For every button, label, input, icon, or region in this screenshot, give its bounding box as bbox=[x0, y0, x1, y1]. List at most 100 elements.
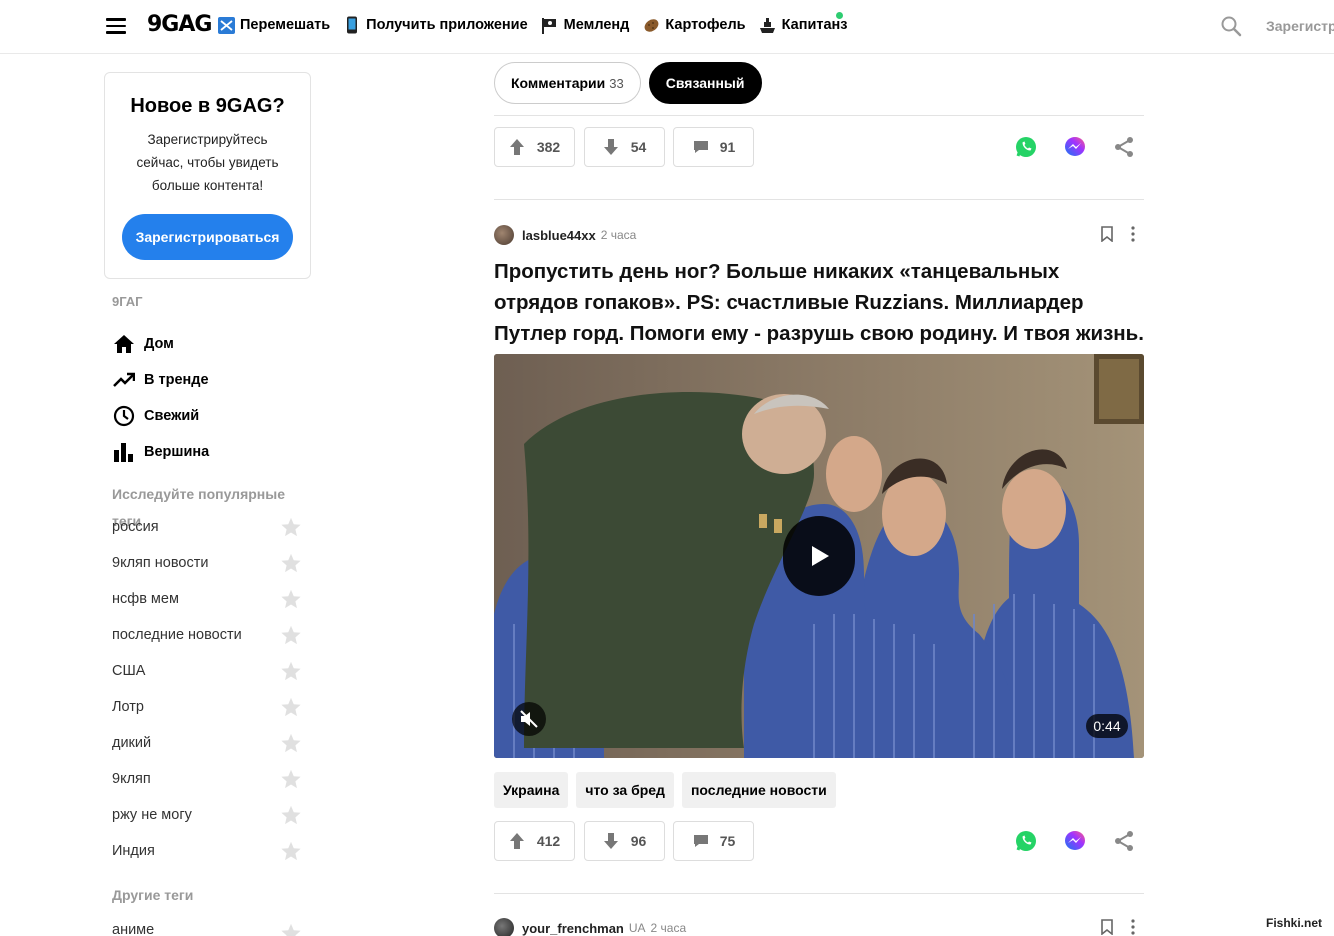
tag-label: ржу не могу bbox=[112, 807, 192, 823]
comments-button[interactable]: 75 bbox=[673, 821, 754, 861]
sidebar-nav: Дом В тренде Свежий Вершина bbox=[112, 326, 209, 470]
star-icon[interactable] bbox=[280, 840, 302, 862]
star-icon[interactable] bbox=[280, 922, 302, 936]
sidebar-section-title: 9ГАГ bbox=[112, 294, 143, 309]
bar-chart-icon bbox=[112, 440, 136, 464]
tab-comments[interactable]: Комментарии 33 bbox=[494, 62, 641, 104]
clock-icon bbox=[112, 404, 136, 428]
more-options-icon[interactable] bbox=[1130, 225, 1136, 243]
divider bbox=[494, 199, 1144, 200]
phone-icon bbox=[343, 16, 361, 34]
tag-item[interactable]: Лотр bbox=[112, 689, 302, 725]
post-tag[interactable]: последние новости bbox=[681, 772, 836, 808]
downvote-count: 54 bbox=[630, 139, 647, 155]
watermark: Fishki.net bbox=[1266, 916, 1323, 930]
tag-label: 9кляп bbox=[112, 771, 151, 787]
comments-count: 75 bbox=[719, 833, 736, 849]
tag-item[interactable]: ржу не могу bbox=[112, 797, 302, 833]
bookmark-icon[interactable] bbox=[1100, 226, 1114, 242]
upvote-count: 382 bbox=[536, 139, 561, 155]
star-icon[interactable] bbox=[280, 804, 302, 826]
next-post-header: your_frenchman UA 2 часа bbox=[494, 916, 1144, 936]
tag-label: последние новости bbox=[112, 627, 242, 643]
tag-label: 9кляп новости bbox=[112, 555, 209, 571]
search-icon[interactable] bbox=[1220, 15, 1242, 37]
messenger-icon[interactable] bbox=[1063, 829, 1087, 853]
tag-item[interactable]: аниме bbox=[112, 922, 302, 936]
avatar[interactable] bbox=[494, 225, 514, 245]
post-title[interactable]: Пропустить день ног? Больше никаких «тан… bbox=[494, 256, 1144, 349]
comments-button[interactable]: 91 bbox=[673, 127, 754, 167]
tab-related[interactable]: Связанный bbox=[648, 62, 762, 104]
nav-captainz[interactable]: Капитанз bbox=[759, 16, 848, 34]
post-actions: 412 96 75 bbox=[494, 821, 1144, 861]
messenger-icon[interactable] bbox=[1063, 135, 1087, 159]
tag-item[interactable]: россия bbox=[112, 509, 302, 545]
sidebar-item-top[interactable]: Вершина bbox=[112, 434, 209, 470]
explore-tags-title: Исследуйте популярные теги bbox=[112, 486, 285, 529]
post-time: 2 часа bbox=[600, 228, 637, 242]
logo[interactable]: 9GAG bbox=[147, 12, 212, 37]
popular-tags-list: россия 9кляп новости нсфв мем последние … bbox=[112, 509, 302, 869]
comments-count: 91 bbox=[719, 139, 736, 155]
post-tag[interactable]: что за бред bbox=[576, 772, 674, 808]
mute-button[interactable] bbox=[512, 702, 546, 736]
star-icon[interactable] bbox=[280, 624, 302, 646]
tag-label: Лотр bbox=[112, 699, 144, 715]
downvote-button[interactable]: 54 bbox=[584, 127, 665, 167]
comment-icon bbox=[692, 832, 710, 850]
nav-label: Перемешать bbox=[240, 17, 331, 33]
share-icon[interactable] bbox=[1112, 135, 1136, 159]
star-icon[interactable] bbox=[280, 732, 302, 754]
tag-label: США bbox=[112, 663, 146, 679]
post-author[interactable]: your_frenchman bbox=[522, 921, 624, 936]
post-author[interactable]: lasblue44xx bbox=[522, 228, 596, 243]
tag-item[interactable]: нсфв мем bbox=[112, 581, 302, 617]
sidebar-item-trending[interactable]: В тренде bbox=[112, 362, 209, 398]
divider bbox=[494, 893, 1144, 894]
video-player[interactable]: 0:44 bbox=[494, 354, 1144, 758]
nav-memeland[interactable]: Мемленд bbox=[541, 16, 630, 34]
whatsapp-icon[interactable] bbox=[1014, 829, 1038, 853]
star-icon[interactable] bbox=[280, 552, 302, 574]
share-icon[interactable] bbox=[1112, 829, 1136, 853]
potato-icon bbox=[642, 16, 660, 34]
upvote-button[interactable]: 382 bbox=[494, 127, 575, 167]
downvote-button[interactable]: 96 bbox=[584, 821, 665, 861]
tag-item[interactable]: дикий bbox=[112, 725, 302, 761]
tag-item[interactable]: последние новости bbox=[112, 617, 302, 653]
tag-item[interactable]: США bbox=[112, 653, 302, 689]
post-time: 2 часа bbox=[650, 921, 687, 935]
play-button[interactable] bbox=[783, 516, 855, 596]
avatar[interactable] bbox=[494, 918, 514, 936]
tag-item[interactable]: Индия bbox=[112, 833, 302, 869]
more-options-icon[interactable] bbox=[1130, 918, 1136, 936]
upvote-count: 412 bbox=[536, 833, 561, 849]
tag-item[interactable]: 9кляп новости bbox=[112, 545, 302, 581]
arrow-down-icon bbox=[603, 138, 621, 156]
nav-shuffle[interactable]: Перемешать bbox=[217, 16, 330, 34]
star-icon[interactable] bbox=[280, 768, 302, 790]
nav-label: Мемленд bbox=[563, 17, 630, 33]
signup-link[interactable]: Зарегистр bbox=[1266, 18, 1334, 34]
sidebar-item-fresh[interactable]: Свежий bbox=[112, 398, 209, 434]
star-icon[interactable] bbox=[280, 516, 302, 538]
tag-label: россия bbox=[112, 519, 159, 535]
nav-potato[interactable]: Картофель bbox=[642, 16, 746, 34]
star-icon[interactable] bbox=[280, 588, 302, 610]
register-button[interactable]: Зарегистрироваться bbox=[122, 214, 293, 260]
menu-icon[interactable] bbox=[106, 18, 126, 34]
sidebar-item-home[interactable]: Дом bbox=[112, 326, 209, 362]
star-icon[interactable] bbox=[280, 660, 302, 682]
nav-get-app[interactable]: Получить приложение bbox=[343, 16, 528, 34]
tag-label: Индия bbox=[112, 843, 155, 859]
sidebar-item-label: Вершина bbox=[144, 444, 210, 460]
post-tag[interactable]: Украина bbox=[494, 772, 569, 808]
tag-label: аниме bbox=[112, 922, 155, 936]
whatsapp-icon[interactable] bbox=[1014, 135, 1038, 159]
sidebar-item-label: Свежий bbox=[144, 408, 200, 424]
star-icon[interactable] bbox=[280, 696, 302, 718]
upvote-button[interactable]: 412 bbox=[494, 821, 575, 861]
bookmark-icon[interactable] bbox=[1100, 919, 1114, 935]
tag-item[interactable]: 9кляп bbox=[112, 761, 302, 797]
